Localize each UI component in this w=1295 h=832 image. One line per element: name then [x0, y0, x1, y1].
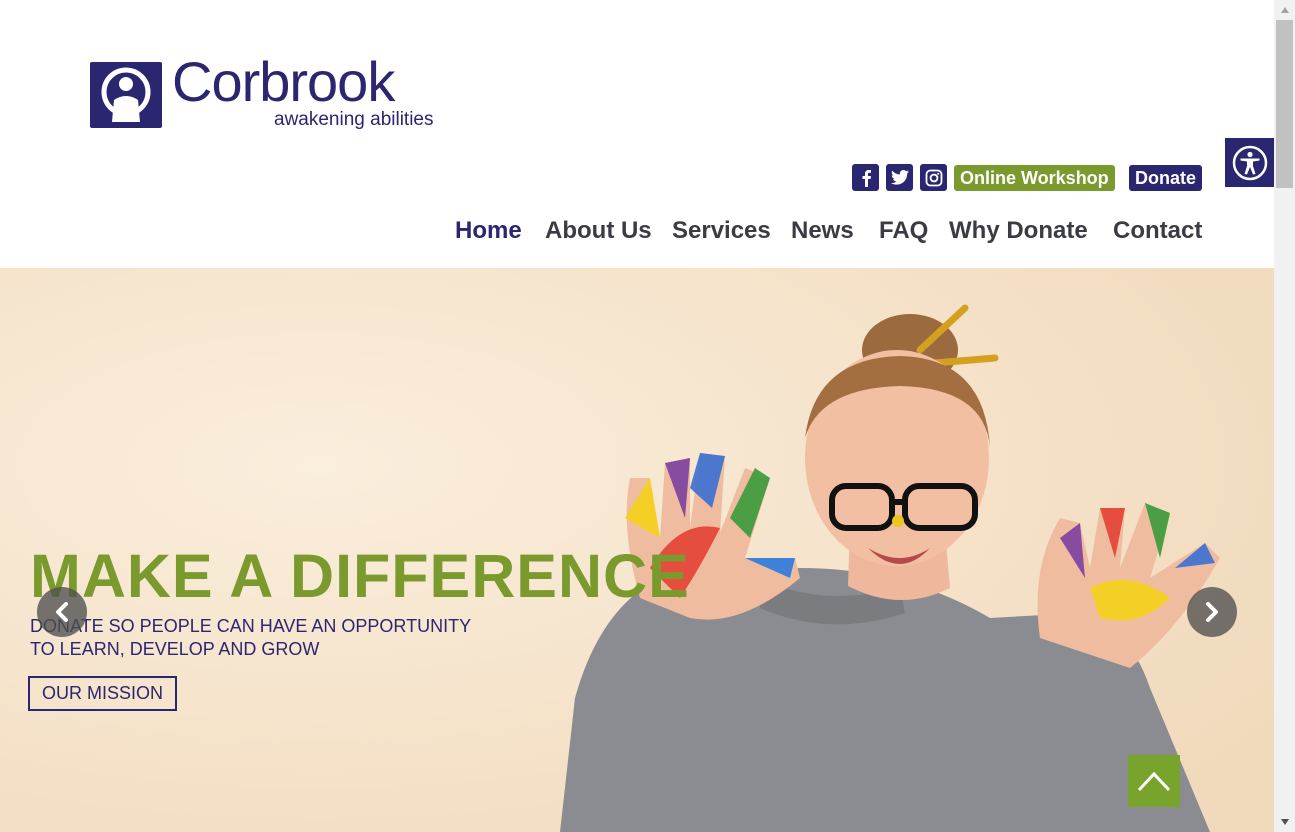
nav-contact[interactable]: Contact [1113, 214, 1202, 248]
online-workshop-button[interactable]: Online Workshop [954, 165, 1115, 191]
nav-services[interactable]: Services [672, 214, 771, 248]
nav-news[interactable]: News [791, 214, 854, 248]
scroll-down-arrow-icon[interactable] [1274, 812, 1295, 832]
nav-faq[interactable]: FAQ [879, 214, 928, 248]
scrollbar-thumb[interactable] [1276, 20, 1293, 188]
page-scrollbar[interactable] [1274, 0, 1295, 832]
our-mission-button[interactable]: OUR MISSION [28, 676, 177, 711]
hero-subtitle-line-1: DONATE SO PEOPLE CAN HAVE AN OPPORTUNITY [30, 616, 472, 636]
logo-wordmark: Corbrook [172, 50, 395, 113]
donate-button[interactable]: Donate [1129, 165, 1203, 191]
nav-about-us[interactable]: About Us [545, 214, 652, 248]
hero-slider: MAKE A DIFFERENCE DONATE SO PEOPLE CAN H… [0, 268, 1274, 832]
chevron-left-icon [56, 602, 68, 622]
hero-subtitle-line-2: TO LEARN, DEVELOP AND GROW [30, 639, 320, 659]
back-to-top-button[interactable] [1128, 755, 1180, 807]
accessibility-icon [1232, 145, 1267, 180]
logo-tagline: awakening abilities [274, 109, 434, 130]
logo-mark-icon [90, 62, 162, 128]
slider-prev-button[interactable] [37, 587, 87, 637]
chevron-up-icon [1137, 771, 1171, 792]
facebook-icon[interactable] [852, 164, 879, 191]
nav-why-donate[interactable]: Why Donate [949, 214, 1088, 248]
slider-next-button[interactable] [1187, 587, 1237, 637]
chevron-right-icon [1206, 602, 1218, 622]
logo[interactable]: Corbrook awakening abilities [90, 54, 450, 135]
hero-subtitle: DONATE SO PEOPLE CAN HAVE AN OPPORTUNITY… [30, 615, 490, 661]
site-header: Corbrook awakening abilities Online Work… [0, 0, 1274, 268]
instagram-icon[interactable] [920, 164, 947, 191]
nav-home[interactable]: Home [455, 214, 522, 248]
accessibility-button[interactable] [1225, 138, 1274, 187]
scroll-up-arrow-icon[interactable] [1274, 0, 1295, 20]
hero-title: MAKE A DIFFERENCE [30, 542, 690, 610]
twitter-icon[interactable] [886, 164, 913, 191]
